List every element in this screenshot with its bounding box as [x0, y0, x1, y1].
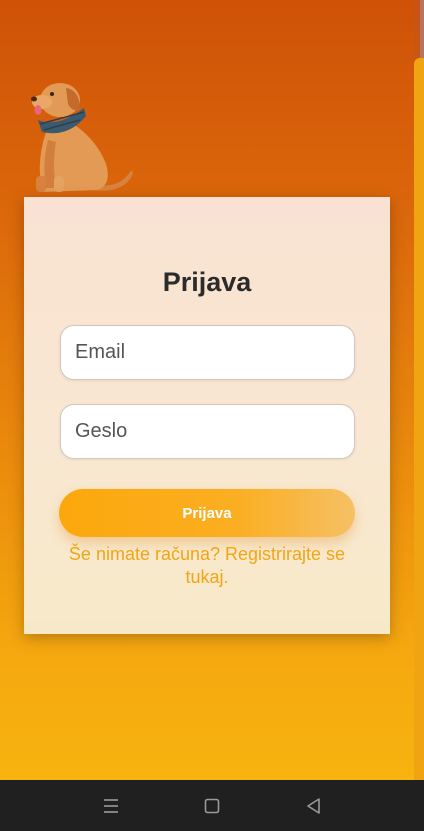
- home-icon[interactable]: [201, 795, 223, 817]
- scrollbar-thumb[interactable]: [414, 58, 424, 780]
- password-field[interactable]: [60, 404, 355, 459]
- system-nav-bar: [0, 780, 424, 831]
- back-icon[interactable]: [303, 795, 325, 817]
- menu-icon[interactable]: [100, 795, 122, 817]
- login-card: Prijava Prijava Še nimate računa? Regist…: [24, 197, 390, 634]
- app-screen: Prijava Prijava Še nimate računa? Regist…: [0, 0, 424, 780]
- scrollbar-edge: [420, 0, 424, 60]
- email-field[interactable]: [60, 325, 355, 380]
- login-button[interactable]: Prijava: [59, 489, 355, 537]
- page-title: Prijava: [162, 267, 252, 297]
- register-link[interactable]: Še nimate računa? Registrirajte se tukaj…: [54, 543, 360, 589]
- dog-mascot-icon: [31, 83, 133, 192]
